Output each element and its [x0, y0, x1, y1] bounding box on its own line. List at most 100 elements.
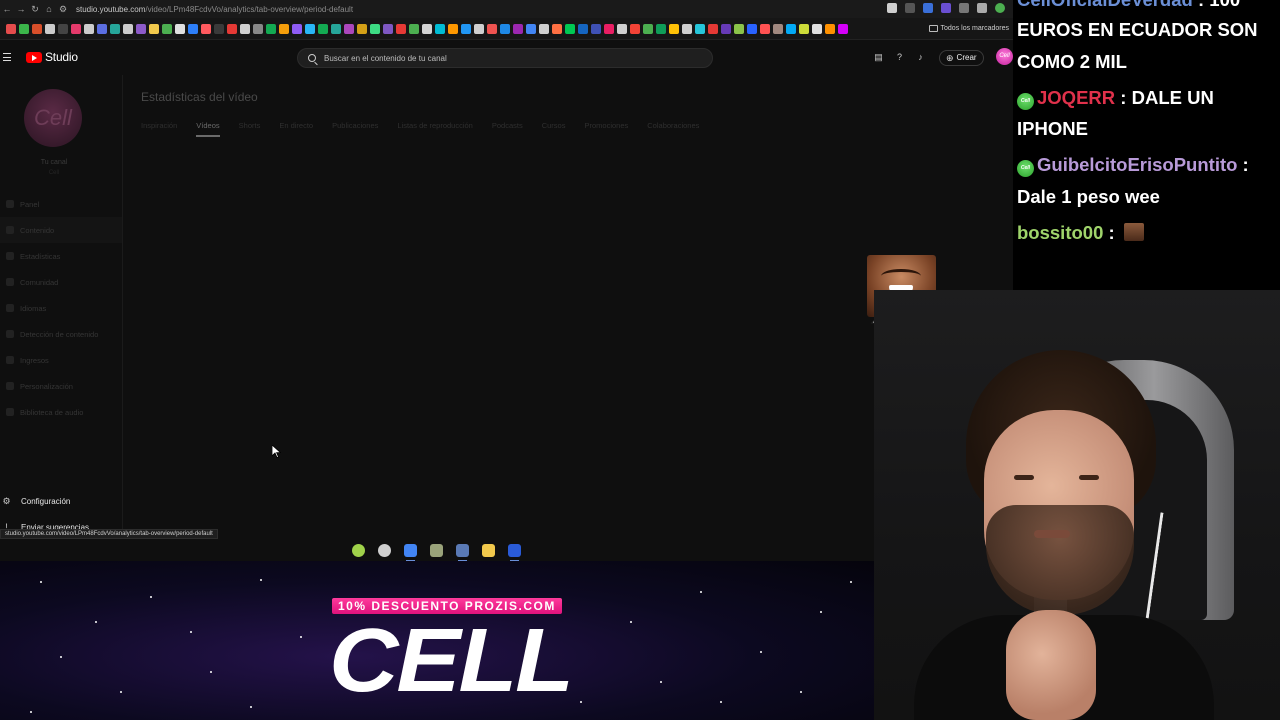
bookmark-icon[interactable]	[214, 23, 224, 34]
bookmark-icon[interactable]	[695, 23, 705, 34]
bookmark-icon[interactable]	[747, 23, 757, 34]
reload-icon[interactable]: ↻	[28, 4, 42, 15]
bookmark-icon[interactable]	[643, 23, 653, 34]
channel-avatar[interactable]: Cell	[24, 89, 82, 147]
bookmark-icon[interactable]	[240, 23, 250, 34]
taskbar-app-icon[interactable]	[430, 543, 443, 557]
tab-item[interactable]: Shorts	[239, 121, 261, 135]
profile-icon[interactable]	[995, 3, 1005, 13]
tab-item[interactable]: En directo	[279, 121, 313, 135]
tab-item[interactable]: Podcasts	[492, 121, 523, 135]
bookmark-icon[interactable]	[474, 23, 484, 34]
sidebar-item[interactable]: Estadísticas	[0, 243, 122, 269]
bookmark-icon[interactable]	[773, 23, 783, 34]
tab-item[interactable]: Vídeos	[196, 121, 221, 137]
bookmark-icon[interactable]	[162, 23, 172, 34]
bookmark-icon[interactable]	[253, 23, 263, 34]
site-info-icon[interactable]: ⚙	[56, 4, 70, 15]
sidebar-item[interactable]: Idiomas	[0, 295, 122, 321]
tab-item[interactable]: Colaboraciones	[647, 121, 699, 135]
bookmark-icon[interactable]	[279, 23, 289, 34]
bookmark-icon[interactable]	[825, 23, 835, 34]
puzzle-icon[interactable]	[959, 3, 969, 13]
bookmark-icon[interactable]	[188, 23, 198, 34]
tab-item[interactable]: Inspiración	[141, 121, 177, 135]
bookmark-icon[interactable]	[383, 23, 393, 34]
bookmark-icon[interactable]	[786, 23, 796, 34]
back-icon[interactable]: ←	[0, 4, 14, 14]
bookmark-icon[interactable]	[84, 23, 94, 34]
bookmark-icon[interactable]	[539, 23, 549, 34]
sidebar-item[interactable]: Comunidad	[0, 269, 122, 295]
sidebar-item[interactable]: Detección de contenido	[0, 321, 122, 347]
bookmark-icon[interactable]	[604, 23, 614, 34]
bookmark-icon[interactable]	[32, 23, 42, 34]
bookmark-icon[interactable]	[721, 23, 731, 34]
home-icon[interactable]: ⌂	[42, 4, 56, 14]
taskbar-app-icon[interactable]	[482, 543, 495, 557]
bookmark-icon[interactable]	[487, 23, 497, 34]
bookmark-icon[interactable]	[58, 23, 68, 34]
menu-icon[interactable]	[3, 53, 11, 61]
sidebar-item[interactable]: Ingresos	[0, 347, 122, 373]
bookmark-icon[interactable]	[812, 23, 822, 34]
sidebar-item[interactable]: Biblioteca de audio	[0, 399, 122, 425]
bookmark-icon[interactable]	[656, 23, 666, 34]
bookmark-icon[interactable]	[136, 23, 146, 34]
taskbar-app-icon[interactable]	[508, 543, 521, 561]
sidebar-item[interactable]: Panel	[0, 191, 122, 217]
extension-icon[interactable]	[923, 3, 933, 13]
bookmark-icon[interactable]	[227, 23, 237, 34]
sidebar-icon[interactable]	[977, 3, 987, 13]
bookmark-icon[interactable]	[565, 23, 575, 34]
bookmark-icon[interactable]	[799, 23, 809, 34]
sidebar-item[interactable]: Personalización	[0, 373, 122, 399]
bookmark-icon[interactable]	[396, 23, 406, 34]
bookmark-icon[interactable]	[734, 23, 744, 34]
create-button[interactable]: ⊕ Crear	[939, 50, 984, 66]
bookmark-icon[interactable]	[175, 23, 185, 34]
tab-item[interactable]: Promociones	[584, 121, 628, 135]
bookmark-icon[interactable]	[513, 23, 523, 34]
bookmark-icon[interactable]	[500, 23, 510, 34]
bookmark-icon[interactable]	[617, 23, 627, 34]
bookmark-icon[interactable]	[630, 23, 640, 34]
avatar[interactable]: Cell	[996, 48, 1013, 65]
taskbar-app-icon[interactable]	[378, 543, 391, 557]
bookmark-icon[interactable]	[6, 23, 16, 34]
bookmark-icon[interactable]	[461, 23, 471, 34]
star-icon[interactable]	[887, 3, 897, 13]
taskbar-app-icon[interactable]	[404, 543, 417, 561]
tab-item[interactable]: Publicaciones	[332, 121, 378, 135]
sidebar-item[interactable]: Contenido	[0, 217, 122, 243]
search-input[interactable]: Buscar en el contenido de tu canal	[297, 48, 713, 68]
studio-logo[interactable]: Studio	[26, 50, 78, 64]
tab-item[interactable]: Cursos	[542, 121, 566, 135]
bookmark-icon[interactable]	[526, 23, 536, 34]
bookmark-icon[interactable]	[760, 23, 770, 34]
bookmark-icon[interactable]	[97, 23, 107, 34]
bookmark-icon[interactable]	[669, 23, 679, 34]
taskbar-app-icon[interactable]	[352, 543, 365, 557]
bookmark-icon[interactable]	[370, 23, 380, 34]
bookmark-icon[interactable]	[708, 23, 718, 34]
bookmark-icon[interactable]	[435, 23, 445, 34]
bookmark-icon[interactable]	[357, 23, 367, 34]
bookmark-icon[interactable]	[318, 23, 328, 34]
bookmark-icon[interactable]	[201, 23, 211, 34]
bookmark-icon[interactable]	[422, 23, 432, 34]
bookmark-icon[interactable]	[682, 23, 692, 34]
all-bookmarks-button[interactable]: Todos los marcadores	[928, 25, 1013, 32]
bookmark-icon[interactable]	[552, 23, 562, 34]
bookmark-icon[interactable]	[71, 23, 81, 34]
taskbar-app-icon[interactable]	[456, 543, 469, 561]
bookmark-icon[interactable]	[123, 23, 133, 34]
bookmark-icon[interactable]	[45, 23, 55, 34]
bell-icon[interactable]: ♪	[915, 52, 926, 63]
extension-icon[interactable]	[941, 3, 951, 13]
subtitles-icon[interactable]: ▤	[873, 52, 884, 63]
bookmark-icon[interactable]	[292, 23, 302, 34]
bookmark-icon[interactable]	[344, 23, 354, 34]
bookmark-icon[interactable]	[578, 23, 588, 34]
bookmark-icon[interactable]	[838, 23, 848, 34]
